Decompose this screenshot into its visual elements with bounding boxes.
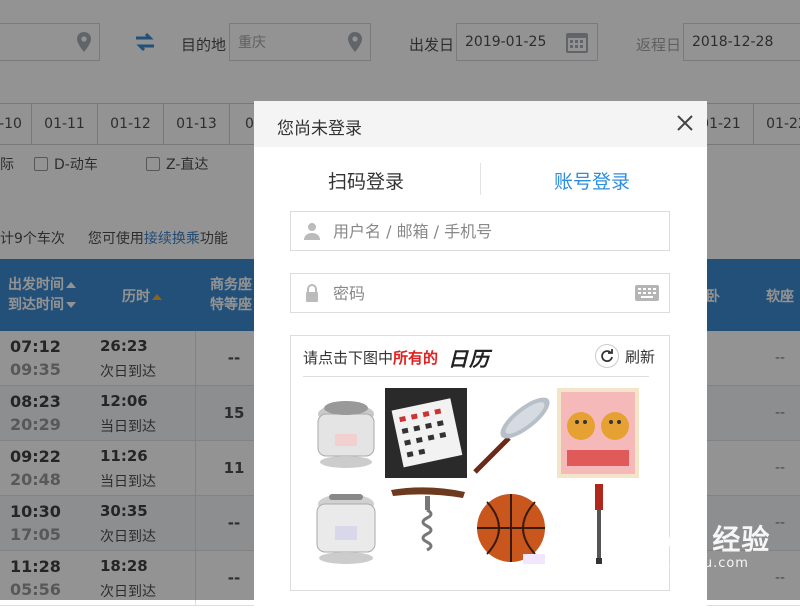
captcha-target-word: 日历 (448, 346, 491, 371)
captcha-image-basketball[interactable] (471, 482, 553, 572)
captcha-image-rice-cooker[interactable] (305, 388, 387, 478)
tab-divider (480, 163, 481, 195)
watermark-sub: jingyan.baidu.com (612, 556, 749, 571)
refresh-icon (594, 344, 619, 368)
captcha-image-corkscrew[interactable] (387, 482, 469, 572)
captcha-refresh-button[interactable]: 刷新 (594, 344, 655, 368)
watermark-main: Bai du 经验 (612, 524, 771, 555)
captcha-image-tiger-poster[interactable] (557, 388, 639, 478)
username-field[interactable] (290, 211, 670, 251)
user-icon (304, 223, 320, 240)
password-input[interactable] (331, 282, 635, 304)
close-icon[interactable] (675, 113, 695, 133)
username-input[interactable] (331, 220, 669, 242)
keyboard-icon[interactable] (635, 285, 659, 301)
captcha-prompt: 请点击下图中 所有的 日历 (303, 344, 491, 371)
modal-header: 您尚未登录 (254, 101, 707, 147)
captcha-image-calendar[interactable] (385, 388, 467, 478)
captcha-prompt-highlight: 所有的 (393, 348, 439, 367)
refresh-label: 刷新 (624, 347, 655, 366)
modal-title: 您尚未登录 (277, 119, 362, 139)
lock-icon (306, 284, 318, 302)
tab-account-login[interactable]: 账号登录 (554, 167, 630, 194)
password-field[interactable] (290, 273, 670, 313)
captcha-image-duster[interactable] (469, 388, 551, 478)
captcha-divider (303, 376, 649, 377)
captcha-image-rice-cooker-2[interactable] (305, 482, 387, 572)
watermark: Bai du 经验 jingyan.baidu.com (612, 518, 770, 571)
captcha-prompt-prefix: 请点击下图中 (303, 348, 394, 367)
tab-qr-login[interactable]: 扫码登录 (328, 167, 404, 194)
